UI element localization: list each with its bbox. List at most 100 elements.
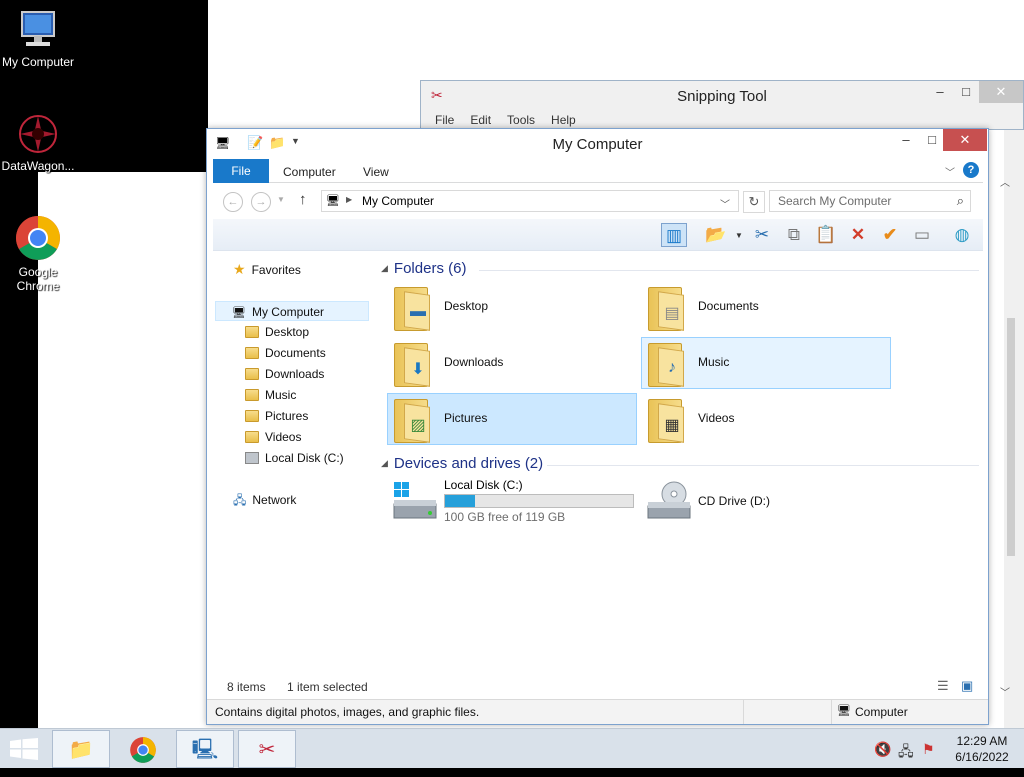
folder-icon [245,410,259,422]
nav-pictures[interactable]: Pictures [245,406,308,426]
selected-count: 1 item selected [287,680,368,694]
control-panel-icon: 🖳 [191,739,219,761]
help-icon[interactable]: ? [963,162,979,178]
folder-icon [245,347,259,359]
cd-drive-icon [647,481,691,519]
window-title: My Computer [552,136,643,153]
status-description: Contains digital photos, images, and gra… [215,705,480,719]
tab-computer[interactable]: Computer [283,165,336,179]
rename-icon[interactable]: ✔ [877,223,903,247]
title-bar[interactable]: 🖥 📝 📁 ▼ My Computer – □ ✕ [207,129,988,159]
nav-videos[interactable]: Videos [245,427,301,447]
nav-local-disk[interactable]: Local Disk (C:) [245,448,344,468]
snip-minimize-button[interactable]: – [927,81,953,103]
back-button[interactable]: ← [223,192,243,212]
navigation-pane-icon[interactable]: ▥ [661,223,687,247]
collapse-icon[interactable]: ◢ [381,458,388,468]
nav-downloads[interactable]: Downloads [245,364,324,384]
nav-documents[interactable]: Documents [245,343,326,363]
properties-icon[interactable]: ▭ [909,223,935,247]
maximize-button[interactable]: □ [919,129,945,151]
address-bar[interactable]: 🖥 ▶ My Computer ﹀ [321,190,739,212]
desktop-icon-label: DataWagon... [1,159,75,173]
large-icons-view-icon[interactable]: ▣ [961,678,973,694]
taskbar-snipping-tool[interactable]: ✂ [238,730,296,768]
nav-network[interactable]: 🖧 Network [233,490,296,510]
folder-icon: ⬇ [394,343,432,387]
search-icon[interactable]: ⌕ [957,193,964,209]
refresh-icon[interactable]: ↻ [743,191,765,213]
folder-tile-downloads[interactable]: ⬇ Downloads [387,337,637,389]
clock[interactable]: 12:29 AM 6/16/2022 [950,733,1014,765]
folder-tile-music[interactable]: ♪ Music [641,337,891,389]
details-view-icon[interactable]: ☰ [937,678,949,694]
cut-icon[interactable]: ✂ [749,223,775,247]
close-button[interactable]: ✕ [943,129,987,151]
speaker-muted-icon[interactable]: 🔇 [874,741,891,758]
taskbar-control-panel[interactable]: 🖳 [176,730,234,768]
expand-ribbon-icon[interactable]: ﹀ [945,164,955,179]
folder-tile-videos[interactable]: ▦ Videos [641,393,891,445]
forward-button[interactable]: → [251,192,271,212]
breadcrumb-my-computer[interactable]: My Computer [362,194,434,208]
group-divider [547,465,979,466]
folder-tile-pictures[interactable]: ▨ Pictures [387,393,637,445]
folder-icon: ▦ [648,399,686,443]
folder-tile-documents[interactable]: ▤ Documents [641,281,891,333]
folder-icon [245,326,259,338]
scroll-thumb[interactable] [1007,318,1015,556]
desktop-icon-chrome[interactable]: Google Chrome [0,214,76,293]
taskbar-file-explorer[interactable]: 📁 [52,730,110,768]
taskbar: 📁 🖳 ✂ 🔇 🖧 ⚑ 12:29 AM 6/16/2022 [0,728,1024,768]
hard-drive-icon [393,482,437,519]
folder-name: Music [698,355,730,369]
tab-view[interactable]: View [363,165,389,179]
scroll-up-icon[interactable]: ︿ [1000,174,1010,189]
delete-icon[interactable]: ✕ [845,223,871,247]
vertical-scrollbar[interactable]: ︿ ﹀ [994,170,1020,726]
nav-music[interactable]: Music [245,385,296,405]
collapse-icon[interactable]: ◢ [381,263,388,273]
nav-favorites[interactable]: ★ Favorites [233,259,301,279]
nav-my-computer[interactable]: 🖥 My Computer [215,301,369,321]
group-header-folders[interactable]: ◢ Folders (6) [381,260,466,277]
nav-desktop[interactable]: Desktop [245,322,309,342]
group-title: Folders (6) [393,260,467,277]
snip-close-button[interactable]: ✕ [979,81,1023,103]
menu-file[interactable]: File [435,113,454,127]
group-header-devices[interactable]: ◢ Devices and drives (2) [381,455,543,472]
minimize-button[interactable]: – [893,129,919,151]
chrome-icon [130,737,156,763]
menu-edit[interactable]: Edit [470,113,491,127]
menu-help[interactable]: Help [551,113,576,127]
globe-icon[interactable]: ◍ [949,223,975,247]
folder-name: Pictures [444,411,488,425]
tab-file[interactable]: File [213,159,269,183]
desktop-icon-datawagon[interactable]: DataWagon... [0,112,76,173]
up-arrow-icon[interactable]: ↑ [299,191,307,208]
copy-icon[interactable]: ⧉ [781,223,807,247]
network-status-icon[interactable]: 🖧 [898,741,914,765]
windows-start-icon[interactable] [10,738,38,760]
recent-locations-icon[interactable]: ▼ [277,195,285,204]
scroll-down-icon[interactable]: ﹀ [1000,684,1010,699]
snip-maximize-button[interactable]: □ [953,81,979,103]
address-dropdown-icon[interactable]: ﹀ [720,196,730,211]
breadcrumb-chevron-icon[interactable]: ▶ [346,195,352,204]
folder-tile-desktop[interactable]: ▬ Desktop [387,281,637,333]
search-input[interactable]: Search My Computer ⌕ [769,190,971,212]
drive-tile-local-disk[interactable]: Local Disk (C:) 100 GB free of 119 GB [387,475,637,527]
drive-tile-cd[interactable]: CD Drive (D:) [641,475,891,527]
taskbar-chrome[interactable] [114,730,172,768]
paste-icon[interactable]: 📋 [813,223,839,247]
nav-label: My Computer [251,305,324,319]
desktop-icon-my-computer[interactable]: My Computer [0,8,76,69]
computer-icon [21,11,55,46]
item-count: 8 items [227,680,266,694]
action-center-icon[interactable]: ⚑ [922,741,935,758]
select-dropdown-icon[interactable]: ▼ [735,231,743,240]
computer-small-icon: 🖥 [232,307,246,319]
select-icon[interactable]: 📂 [703,223,729,247]
clock-time: 12:29 AM [956,734,1008,748]
menu-tools[interactable]: Tools [507,113,535,127]
